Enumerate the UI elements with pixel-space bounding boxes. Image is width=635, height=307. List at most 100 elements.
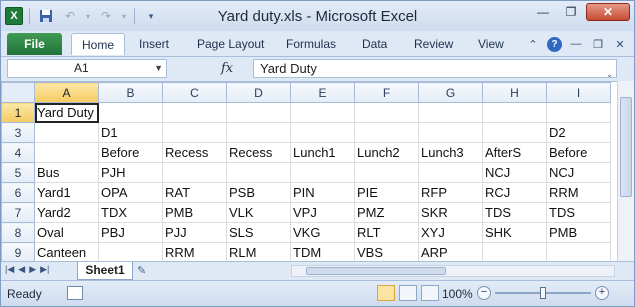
help-icon[interactable]: ?	[547, 36, 562, 52]
minimize-button[interactable]: —	[530, 3, 556, 21]
cell[interactable]: PMB	[162, 202, 227, 223]
sheet-tab-sheet1[interactable]: Sheet1	[77, 262, 133, 280]
cell[interactable]: Yard2	[34, 202, 99, 223]
cell[interactable]: PBJ	[98, 222, 163, 243]
row-header[interactable]: 5	[1, 162, 35, 183]
page-break-view-button[interactable]	[421, 285, 439, 301]
column-header-i[interactable]: I	[546, 82, 611, 103]
column-header-h[interactable]: H	[482, 82, 547, 103]
cell[interactable]	[546, 242, 611, 261]
cell[interactable]: VLK	[226, 202, 291, 223]
minimize-ribbon-icon[interactable]: ⌃	[525, 36, 541, 52]
column-header-a[interactable]: A	[34, 82, 99, 103]
zoom-out-button[interactable]: −	[477, 286, 491, 300]
cell[interactable]: Lunch3	[418, 142, 483, 163]
column-header-c[interactable]: C	[162, 82, 227, 103]
column-header-d[interactable]: D	[226, 82, 291, 103]
cell[interactable]: VKG	[290, 222, 355, 243]
cell[interactable]: TDS	[482, 202, 547, 223]
close-button[interactable]: ✕	[586, 3, 630, 21]
cell[interactable]: TDX	[98, 202, 163, 223]
cell[interactable]: PIN	[290, 182, 355, 203]
cell[interactable]: VBS	[354, 242, 419, 261]
cell[interactable]	[290, 102, 355, 123]
row-header[interactable]: 3	[1, 122, 35, 143]
cell[interactable]: SLS	[226, 222, 291, 243]
cell[interactable]: PJH	[98, 162, 163, 183]
tab-file[interactable]: File	[7, 33, 62, 55]
cell[interactable]: Recess	[162, 142, 227, 163]
cell[interactable]: PJJ	[162, 222, 227, 243]
horizontal-scroll-thumb[interactable]	[306, 267, 446, 275]
cell[interactable]	[162, 122, 227, 143]
cell[interactable]	[162, 102, 227, 123]
cell[interactable]	[354, 102, 419, 123]
cell[interactable]: RLT	[354, 222, 419, 243]
cell[interactable]: OPA	[98, 182, 163, 203]
cell[interactable]: RFP	[418, 182, 483, 203]
cell[interactable]	[290, 122, 355, 143]
cell[interactable]	[226, 122, 291, 143]
cell[interactable]	[226, 162, 291, 183]
cell[interactable]	[418, 102, 483, 123]
prev-sheet-icon[interactable]: ◀	[18, 264, 25, 275]
first-sheet-icon[interactable]: |◀	[5, 264, 14, 275]
column-header-b[interactable]: B	[98, 82, 163, 103]
cell[interactable]: TDS	[546, 202, 611, 223]
zoom-slider[interactable]	[495, 287, 591, 299]
cell[interactable]	[290, 162, 355, 183]
row-header[interactable]: 1	[1, 102, 35, 123]
cell[interactable]: Bus	[34, 162, 99, 183]
tab-home[interactable]: Home	[71, 33, 126, 55]
cell[interactable]	[354, 162, 419, 183]
cell[interactable]: D1	[98, 122, 163, 143]
cell[interactable]	[482, 122, 547, 143]
select-all-corner[interactable]	[1, 82, 35, 103]
cell[interactable]: Recess	[226, 142, 291, 163]
doc-minimize-icon[interactable]: —	[568, 36, 584, 52]
vertical-scrollbar[interactable]	[617, 81, 634, 261]
page-layout-view-button[interactable]	[399, 285, 417, 301]
vertical-scroll-thumb[interactable]	[620, 97, 632, 197]
tab-review[interactable]: Review	[404, 33, 463, 55]
cell[interactable]: SHK	[482, 222, 547, 243]
cell[interactable]: ARP	[418, 242, 483, 261]
tab-view[interactable]: View	[468, 33, 514, 55]
cell[interactable]	[98, 102, 163, 123]
column-header-e[interactable]: E	[290, 82, 355, 103]
cell[interactable]: AfterS	[482, 142, 547, 163]
tab-data[interactable]: Data	[352, 33, 397, 55]
tab-insert[interactable]: Insert	[129, 33, 179, 55]
zoom-slider-thumb[interactable]	[540, 287, 546, 299]
cell[interactable]: RCJ	[482, 182, 547, 203]
cell[interactable]: NCJ	[482, 162, 547, 183]
cell[interactable]	[162, 162, 227, 183]
row-header[interactable]: 8	[1, 222, 35, 243]
cell[interactable]: RRM	[162, 242, 227, 261]
insert-worksheet-icon[interactable]: ✎	[137, 264, 155, 278]
row-header[interactable]: 7	[1, 202, 35, 223]
cell[interactable]: Before	[546, 142, 611, 163]
cell[interactable]	[34, 122, 99, 143]
next-sheet-icon[interactable]: ▶	[29, 264, 36, 275]
cell[interactable]	[546, 102, 611, 123]
doc-close-icon[interactable]: ✕	[612, 36, 628, 52]
cell[interactable]	[34, 142, 99, 163]
cell[interactable]: Yard Duty	[34, 102, 99, 123]
last-sheet-icon[interactable]: ▶|	[40, 264, 49, 275]
row-header[interactable]: 9	[1, 242, 35, 261]
cell[interactable]: VPJ	[290, 202, 355, 223]
horizontal-scrollbar[interactable]	[291, 265, 615, 277]
cell[interactable]: PSB	[226, 182, 291, 203]
normal-view-button[interactable]	[377, 285, 395, 301]
row-header[interactable]: 4	[1, 142, 35, 163]
cell[interactable]: Lunch1	[290, 142, 355, 163]
cell[interactable]: Lunch2	[354, 142, 419, 163]
cell[interactable]: TDM	[290, 242, 355, 261]
macro-record-icon[interactable]	[67, 286, 83, 300]
cell[interactable]	[418, 162, 483, 183]
tab-page-layout[interactable]: Page Layout	[187, 33, 274, 55]
cell[interactable]: PMB	[546, 222, 611, 243]
zoom-in-button[interactable]: +	[595, 286, 609, 300]
cell[interactable]: NCJ	[546, 162, 611, 183]
